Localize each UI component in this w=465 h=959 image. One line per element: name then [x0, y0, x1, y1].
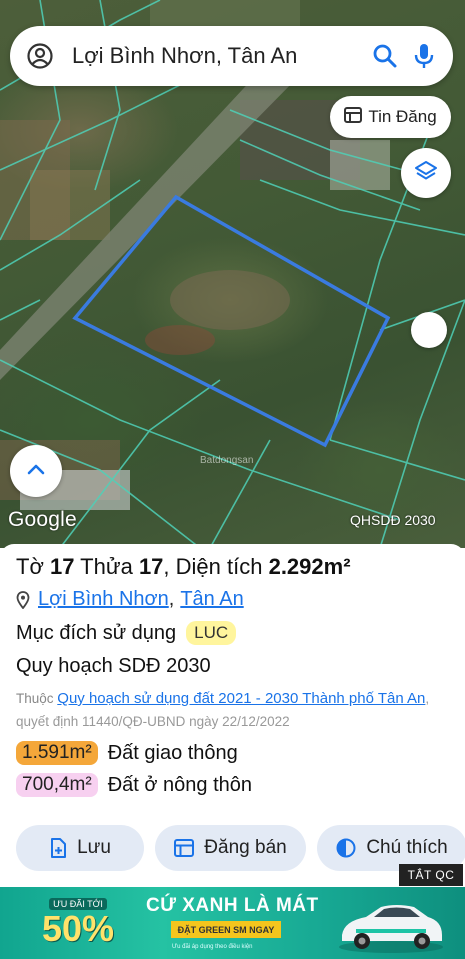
ward-link[interactable]: Lợi Bình Nhơn: [38, 588, 169, 611]
mic-icon[interactable]: [411, 40, 438, 72]
purpose-label: Mục đích sử dụng: [16, 621, 177, 644]
add-bookmark-icon: [49, 838, 67, 858]
plan-source-link[interactable]: Quy hoạch sử dụng đất 2021 - 2030 Thành …: [57, 690, 425, 707]
plan-source: Thuộc Quy hoạch sử dụng đất 2021 - 2030 …: [16, 690, 430, 729]
map-layer-label: QHSDĐ 2030: [350, 512, 436, 528]
parcel-title: Tờ 17 Thửa 17, Diện tích 2.292m²: [16, 554, 351, 579]
purpose-code-badge: LUC: [186, 621, 237, 645]
side-panel-handle[interactable]: [411, 312, 447, 348]
zone-label: Đất giao thông: [107, 741, 238, 764]
zone-row-rural-residential: 700,4m² Đất ở nông thôn: [16, 773, 449, 797]
expand-panel-button[interactable]: [10, 445, 62, 497]
plot-number: 17: [138, 554, 164, 579]
close-ad-button[interactable]: TẮT QC: [399, 864, 463, 886]
search-bar[interactable]: [10, 26, 453, 86]
plan-title: Quy hoạch SDĐ 2030: [16, 655, 211, 677]
ad-banner[interactable]: ƯU ĐÃI TỚI 50% CỨ XANH LÀ MÁT ĐẶT GREEN …: [0, 887, 465, 959]
ad-headline: CỨ XANH LÀ MÁT: [146, 895, 319, 916]
listing-icon: [174, 839, 195, 857]
ad-cta-button[interactable]: ĐẶT GREEN SM NGAY: [171, 921, 281, 938]
save-label: Lưu: [77, 837, 111, 858]
tin-dang-button[interactable]: Tin Đăng: [330, 96, 451, 138]
zone-label: Đất ở nông thôn: [107, 773, 253, 796]
search-icon[interactable]: [372, 40, 399, 72]
sheet-number: 17: [49, 554, 75, 579]
post-label: Đăng bán: [204, 837, 287, 858]
ad-discount-badge: ƯU ĐÃI TỚI 50%: [41, 898, 115, 949]
layers-button[interactable]: [401, 148, 451, 198]
save-button[interactable]: Lưu: [16, 825, 144, 871]
zone-area-badge: 1.591m²: [16, 741, 98, 765]
location-row: Lợi Bình Nhơn , Tân An: [16, 588, 449, 611]
watermark: Batdongsan: [200, 455, 254, 466]
google-logo: Google: [8, 508, 77, 531]
car-image: [339, 905, 443, 953]
zone-area-badge: 700,4m²: [16, 773, 98, 797]
chevron-up-icon: [26, 462, 46, 481]
map-view[interactable]: Tin Đăng Batdongsan Google QHSDĐ 2030: [0, 0, 465, 548]
purpose-row: Mục đích sử dụng LUC: [16, 621, 449, 645]
location-pin-icon: [16, 590, 30, 609]
post-for-sale-button[interactable]: Đăng bán: [155, 825, 306, 871]
tin-dang-label: Tin Đăng: [368, 107, 437, 126]
layers-icon: [414, 159, 438, 188]
contrast-icon: [336, 838, 356, 858]
account-icon[interactable]: [26, 41, 54, 71]
listing-icon: [344, 106, 363, 128]
parcel-area: 2.292m²: [268, 554, 351, 579]
search-input[interactable]: [72, 43, 360, 69]
ad-fine-print: Ưu đãi áp dụng theo điều kiện: [172, 944, 253, 950]
city-link[interactable]: Tân An: [180, 588, 243, 611]
parcel-info-panel: Tờ 17 Thửa 17, Diện tích 2.292m² Lợi Bìn…: [0, 544, 465, 887]
action-bar: Lưu Đăng bán Chú thích: [16, 825, 465, 871]
zone-row-transport: 1.591m² Đất giao thông: [16, 741, 449, 765]
legend-label: Chú thích: [366, 837, 448, 858]
